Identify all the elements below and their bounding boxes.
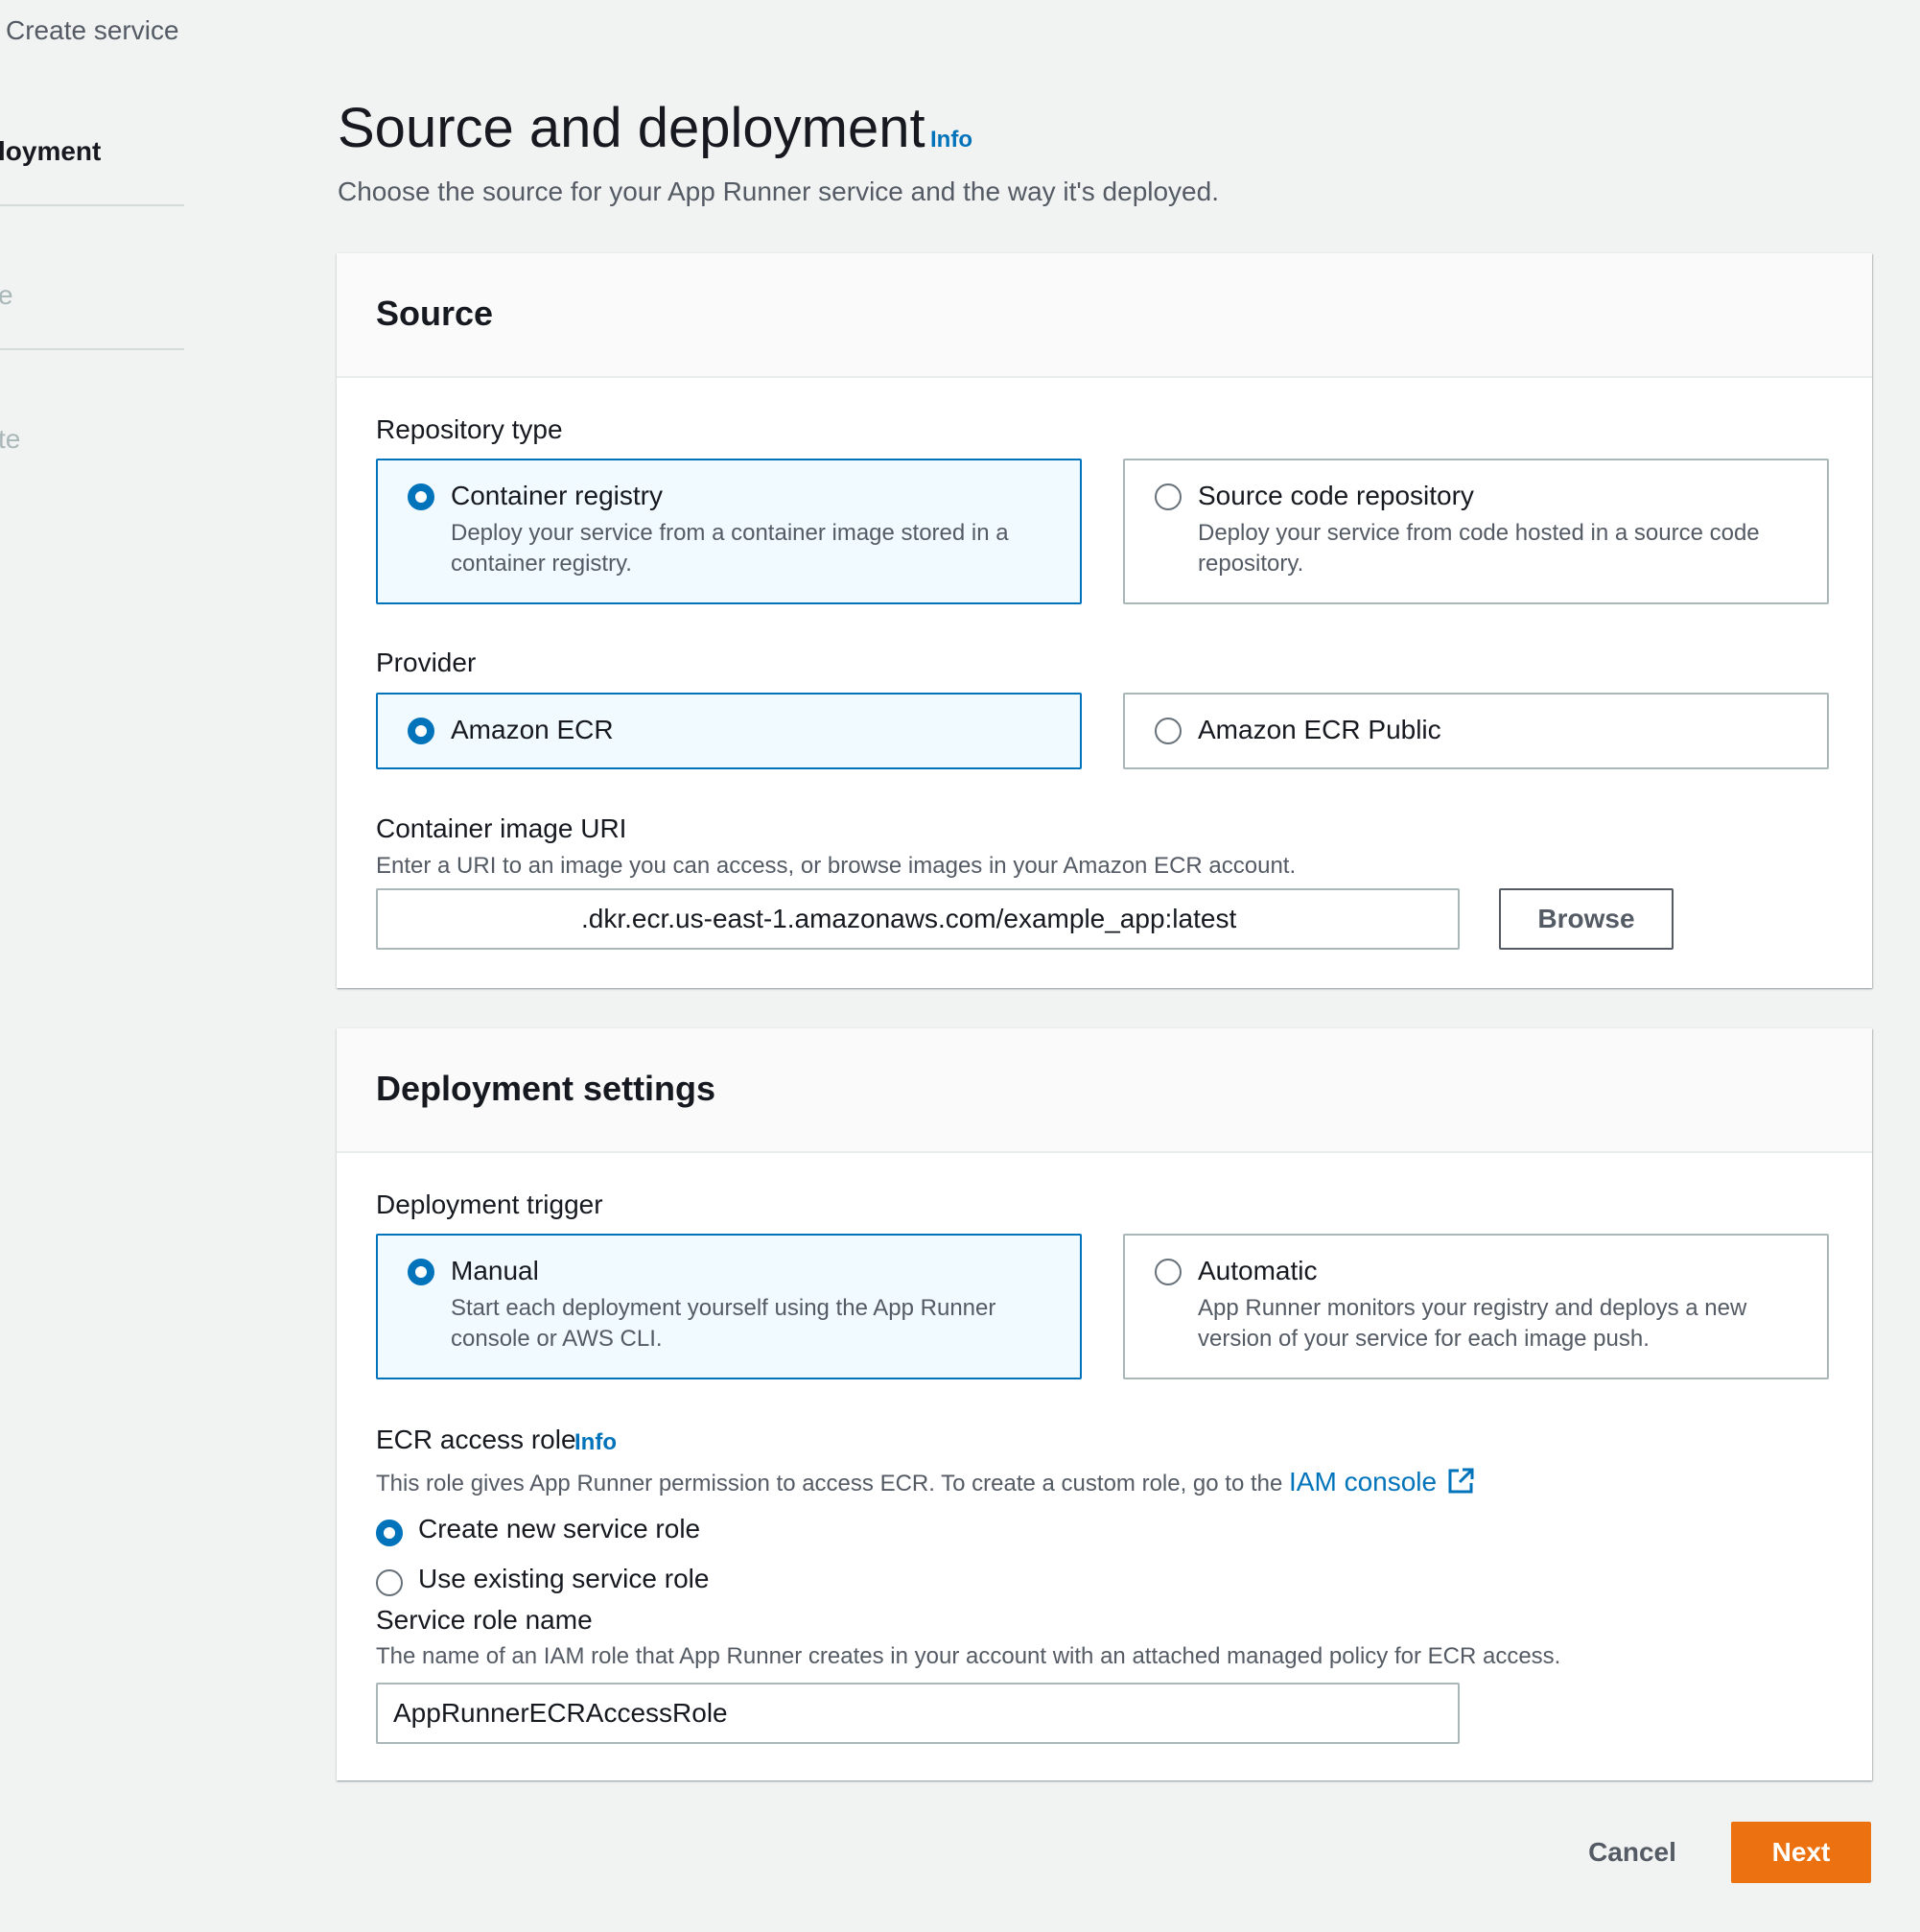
radio-amazon-ecr[interactable] — [408, 718, 434, 744]
tile-description: Start each deployment yourself using the… — [451, 1295, 996, 1352]
source-panel-title: Source — [376, 294, 494, 333]
page-description: Choose the source for your App Runner se… — [338, 177, 1219, 206]
tile-description: App Runner monitors your registry and de… — [1198, 1295, 1747, 1352]
external-link-icon[interactable] — [1446, 1467, 1475, 1502]
source-panel-header: Source — [337, 253, 1872, 378]
deployment-panel-title: Deployment settings — [376, 1069, 716, 1108]
wizard-step-source-and-deployment[interactable]: loyment — [0, 136, 101, 167]
radio-source-code-repository[interactable] — [1155, 483, 1182, 510]
browse-button[interactable]: Browse — [1499, 888, 1674, 950]
radio-amazon-ecr-public[interactable] — [1155, 718, 1182, 744]
tile-container-registry[interactable]: Container registry Deploy your service f… — [376, 459, 1082, 604]
container-image-uri-description: Enter a URI to an image you can access, … — [376, 853, 1297, 879]
tile-title: Amazon ECR Public — [1198, 715, 1441, 744]
container-image-uri-label: Container image URI — [376, 813, 627, 843]
radio-container-registry[interactable] — [408, 483, 434, 510]
ecr-access-role-info-link[interactable]: Info — [574, 1429, 617, 1456]
wizard-step-review-and-create: te — [0, 424, 21, 454]
tile-manual-trigger[interactable]: Manual Start each deployment yourself us… — [376, 1234, 1082, 1379]
tile-title: Manual — [451, 1256, 539, 1285]
wizard-step-configure-service: e — [0, 280, 13, 310]
tile-title: Amazon ECR — [451, 715, 614, 744]
step-divider — [0, 348, 184, 350]
service-role-name-input[interactable]: AppRunnerECRAccessRole — [376, 1683, 1460, 1744]
page-title: Source and deployment — [338, 97, 925, 159]
radio-automatic[interactable] — [1155, 1259, 1182, 1285]
iam-console-link[interactable]: IAM console — [1289, 1467, 1437, 1496]
container-image-uri-input[interactable]: .dkr.ecr.us-east-1.amazonaws.com/example… — [376, 888, 1460, 950]
title-info-link[interactable]: Info — [930, 127, 972, 153]
service-role-name-description: The name of an IAM role that App Runner … — [376, 1643, 1561, 1669]
tile-amazon-ecr[interactable]: Amazon ECR — [376, 693, 1082, 769]
repository-type-label: Repository type — [376, 414, 563, 444]
provider-label: Provider — [376, 648, 477, 677]
ecr-access-role-description: This role gives App Runner permission to… — [376, 1467, 1475, 1502]
tile-title: Container registry — [451, 481, 663, 510]
deployment-trigger-label: Deployment trigger — [376, 1190, 603, 1219]
tile-description: Deploy your service from a container ima… — [451, 520, 1009, 577]
tile-automatic-trigger[interactable]: Automatic App Runner monitors your regis… — [1123, 1234, 1829, 1379]
step-divider — [0, 204, 184, 206]
tile-description: Deploy your service from code hosted in … — [1198, 520, 1760, 577]
deployment-panel-header: Deployment settings — [337, 1028, 1872, 1153]
radio-manual[interactable] — [408, 1259, 434, 1285]
tile-source-code-repository[interactable]: Source code repository Deploy your servi… — [1123, 459, 1829, 604]
deployment-settings-panel: Deployment settings Deployment trigger M… — [337, 1028, 1872, 1780]
radio-use-existing-service-role[interactable] — [376, 1569, 403, 1596]
radio-create-new-service-role[interactable] — [376, 1520, 403, 1546]
ecr-access-role-description-text: This role gives App Runner permission to… — [376, 1471, 1283, 1496]
option-label: Create new service role — [418, 1514, 701, 1543]
service-role-name-label: Service role name — [376, 1605, 593, 1635]
breadcrumb-create-service[interactable]: Create service — [6, 15, 179, 46]
wizard-sidebar: Create service loyment e te — [0, 0, 192, 576]
next-button[interactable]: Next — [1731, 1822, 1871, 1883]
cancel-button[interactable]: Cancel — [1565, 1822, 1699, 1883]
ecr-access-role-label: ECR access role — [376, 1425, 576, 1454]
tile-title: Source code repository — [1198, 481, 1474, 510]
tile-title: Automatic — [1198, 1256, 1318, 1285]
source-panel: Source Repository type Container registr… — [337, 253, 1872, 988]
option-label: Use existing service role — [418, 1564, 710, 1593]
tile-amazon-ecr-public[interactable]: Amazon ECR Public — [1123, 693, 1829, 769]
